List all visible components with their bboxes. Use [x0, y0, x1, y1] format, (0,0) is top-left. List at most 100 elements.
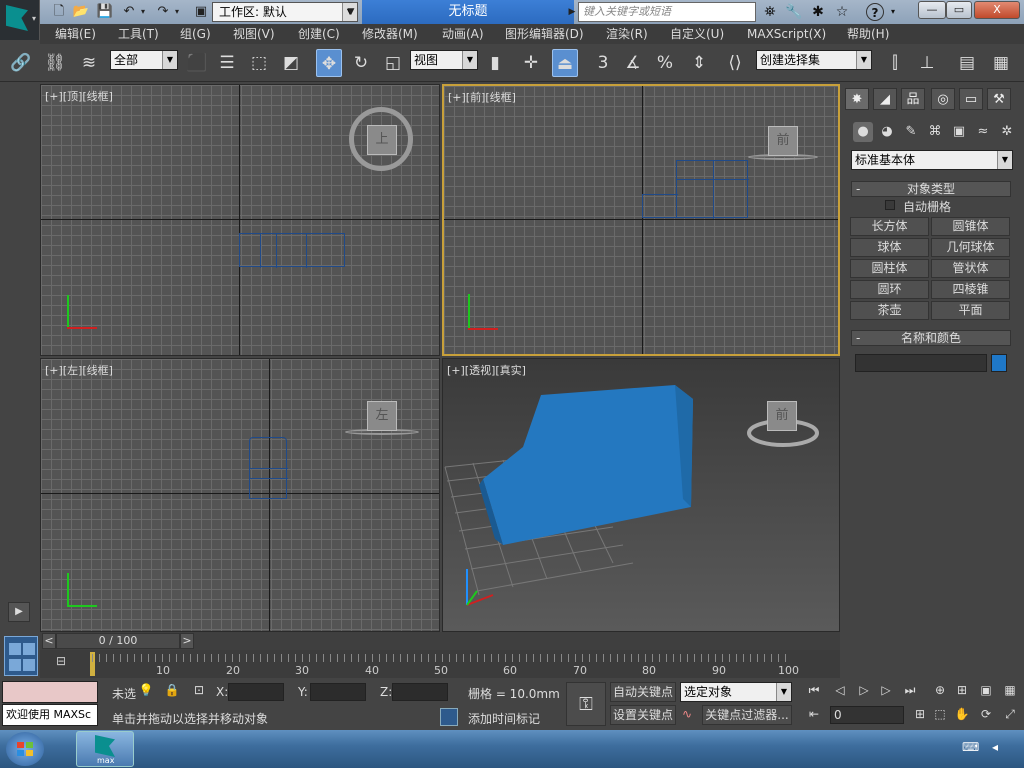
open-file-icon[interactable]: 📂	[72, 3, 90, 21]
z-coord-input[interactable]	[392, 683, 448, 701]
spinner-snap-icon[interactable]: ⇕	[686, 49, 712, 77]
cylinder-button[interactable]: 圆柱体	[850, 259, 929, 278]
menu-customize[interactable]: 自定义(U)	[670, 24, 724, 44]
zoom-extents-icon[interactable]: ▣	[976, 683, 996, 697]
menu-rendering[interactable]: 渲染(R)	[606, 24, 648, 44]
undo-icon[interactable]: ↶	[120, 3, 138, 21]
angle-snap-icon[interactable]: ∡	[620, 49, 646, 77]
project-folder-icon[interactable]: ▣	[192, 3, 210, 21]
menu-graph-editors[interactable]: 图形编辑器(D)	[505, 24, 584, 44]
close-button[interactable]: X	[974, 1, 1020, 19]
expand-arrow-icon[interactable]: ▶	[566, 3, 578, 21]
edit-named-selection-icon[interactable]: ⟨⟩	[722, 49, 748, 77]
teapot-button[interactable]: 茶壶	[850, 301, 929, 320]
viewcube[interactable]: 左	[367, 401, 397, 431]
snaps-toggle-icon[interactable]: 3	[590, 49, 616, 77]
zoom-icon[interactable]: ⊕	[930, 683, 950, 697]
play-icon[interactable]: ▷	[854, 683, 874, 697]
reference-coordinate-dropdown[interactable]: 视图 ▼	[410, 50, 478, 70]
menu-views[interactable]: 视图(V)	[233, 24, 275, 44]
maxscript-listener-input[interactable]: 欢迎使用 MAXSc	[2, 704, 98, 726]
lights-icon[interactable]: ✎	[901, 122, 921, 142]
auto-key-button[interactable]: 自动关键点	[610, 682, 676, 702]
plane-button[interactable]: 平面	[931, 301, 1010, 320]
cone-button[interactable]: 圆锥体	[931, 217, 1010, 236]
minimize-button[interactable]: —	[918, 1, 946, 19]
zoom-extents-all-icon[interactable]: ▦	[1000, 683, 1020, 697]
viewcube[interactable]: 前	[767, 401, 797, 431]
time-next-button[interactable]: >	[180, 633, 194, 649]
exchange-icon[interactable]: ✱	[808, 3, 828, 21]
torus-button[interactable]: 圆环	[850, 280, 929, 299]
start-button[interactable]	[6, 732, 44, 766]
object-name-input[interactable]	[855, 354, 987, 372]
utilities-tab-icon[interactable]: ⚒	[987, 88, 1011, 110]
save-file-icon[interactable]: 💾	[96, 3, 114, 21]
current-frame-input[interactable]: 0	[830, 706, 904, 724]
redo-icon[interactable]: ↷	[154, 3, 172, 21]
viewport-label[interactable]: [+][左][线框]	[45, 362, 113, 378]
display-tab-icon[interactable]: ▭	[959, 88, 983, 110]
viewport-perspective[interactable]: [+][透视][真实] 前	[442, 358, 840, 632]
isolate-bulb-icon[interactable]: 💡	[138, 683, 154, 697]
menu-maxscript[interactable]: MAXScript(X)	[747, 24, 826, 44]
pyramid-button[interactable]: 四棱锥	[931, 280, 1010, 299]
menu-help[interactable]: 帮助(H)	[847, 24, 889, 44]
pan-hand-icon[interactable]: ✋	[952, 707, 972, 721]
sphere-button[interactable]: 球体	[850, 238, 929, 257]
tube-button[interactable]: 管状体	[931, 259, 1010, 278]
viewport-layout-icon[interactable]	[4, 636, 38, 676]
curve-editor-icon[interactable]: ⊟	[50, 654, 72, 672]
bind-spacewarp-icon[interactable]: ≋	[76, 49, 102, 77]
set-key-button[interactable]: 设置关键点	[610, 705, 676, 725]
menu-group[interactable]: 组(G)	[180, 24, 211, 44]
expand-panel-button[interactable]: ▶	[8, 602, 30, 622]
select-and-scale-icon[interactable]: ◱	[380, 49, 406, 77]
key-filters-button[interactable]: 关键点过滤器...	[702, 705, 792, 725]
add-time-tag-label[interactable]: 添加时间标记	[468, 710, 540, 727]
keyboard-shortcut-override-icon[interactable]: ⏏	[552, 49, 578, 77]
new-file-icon[interactable]: 🗋	[50, 3, 68, 21]
orbit-icon[interactable]: ⟳	[976, 707, 996, 721]
viewport-top[interactable]: [+][顶][线框] 上	[40, 84, 440, 356]
modify-tab-icon[interactable]: ◢	[873, 88, 897, 110]
graphite-ribbon-icon[interactable]: ▦	[988, 49, 1014, 77]
named-selection-set-dropdown[interactable]: 创建选择集 ▼	[756, 50, 872, 70]
cameras-icon[interactable]: ⌘	[925, 122, 945, 142]
keyboard-tray-icon[interactable]: ⌨	[962, 740, 979, 756]
select-and-rotate-icon[interactable]: ↻	[348, 49, 374, 77]
y-coord-input[interactable]	[310, 683, 366, 701]
menu-modifiers[interactable]: 修改器(M)	[362, 24, 418, 44]
set-key-icon[interactable]: ⚿	[566, 682, 606, 726]
menu-create[interactable]: 创建(C)	[298, 24, 340, 44]
application-button[interactable]: ▾	[0, 0, 40, 40]
menu-edit[interactable]: 编辑(E)	[55, 24, 96, 44]
viewcube[interactable]: 前	[768, 126, 798, 156]
spacewarps-icon[interactable]: ≈	[973, 122, 993, 142]
prev-frame-icon[interactable]: ◁	[830, 683, 850, 697]
maximize-button[interactable]: ▭	[946, 1, 972, 19]
window-crossing-icon[interactable]: ◩	[278, 49, 304, 77]
link-icon[interactable]: 🔗	[8, 49, 34, 77]
pivot-center-icon[interactable]: ▮	[482, 49, 508, 77]
layer-manager-icon[interactable]: ▤	[954, 49, 980, 77]
workspace-dropdown[interactable]: 工作区: 默认 ▼	[212, 2, 358, 22]
unlink-icon[interactable]: ⛓	[42, 49, 68, 77]
autogrid-checkbox[interactable]	[885, 200, 895, 210]
viewcube[interactable]: 上	[367, 125, 397, 155]
key-mode-dropdown[interactable]: 选定对象 ▼	[680, 682, 792, 702]
category-dropdown[interactable]: 标准基本体 ▼	[851, 150, 1013, 170]
viewport-left[interactable]: [+][左][线框] 左	[40, 358, 440, 632]
shapes-icon[interactable]: ◕	[877, 122, 897, 142]
goto-start-icon[interactable]: ⏮	[804, 683, 824, 698]
time-prev-button[interactable]: <	[42, 633, 56, 649]
time-config-icon[interactable]: ⊞	[910, 707, 930, 721]
communication-center-icon[interactable]: 🔧	[784, 3, 804, 21]
systems-icon[interactable]: ✲	[997, 122, 1017, 142]
viewport-front[interactable]: [+][前][线框] 前	[442, 84, 840, 356]
object-type-rollout-header[interactable]: - 对象类型	[851, 181, 1011, 197]
help-dropdown-icon[interactable]: ▾	[888, 3, 898, 21]
key-mode-toggle-icon[interactable]: ⇤	[804, 707, 824, 721]
geometry-icon[interactable]: ●	[853, 122, 873, 142]
x-coord-input[interactable]	[228, 683, 284, 701]
